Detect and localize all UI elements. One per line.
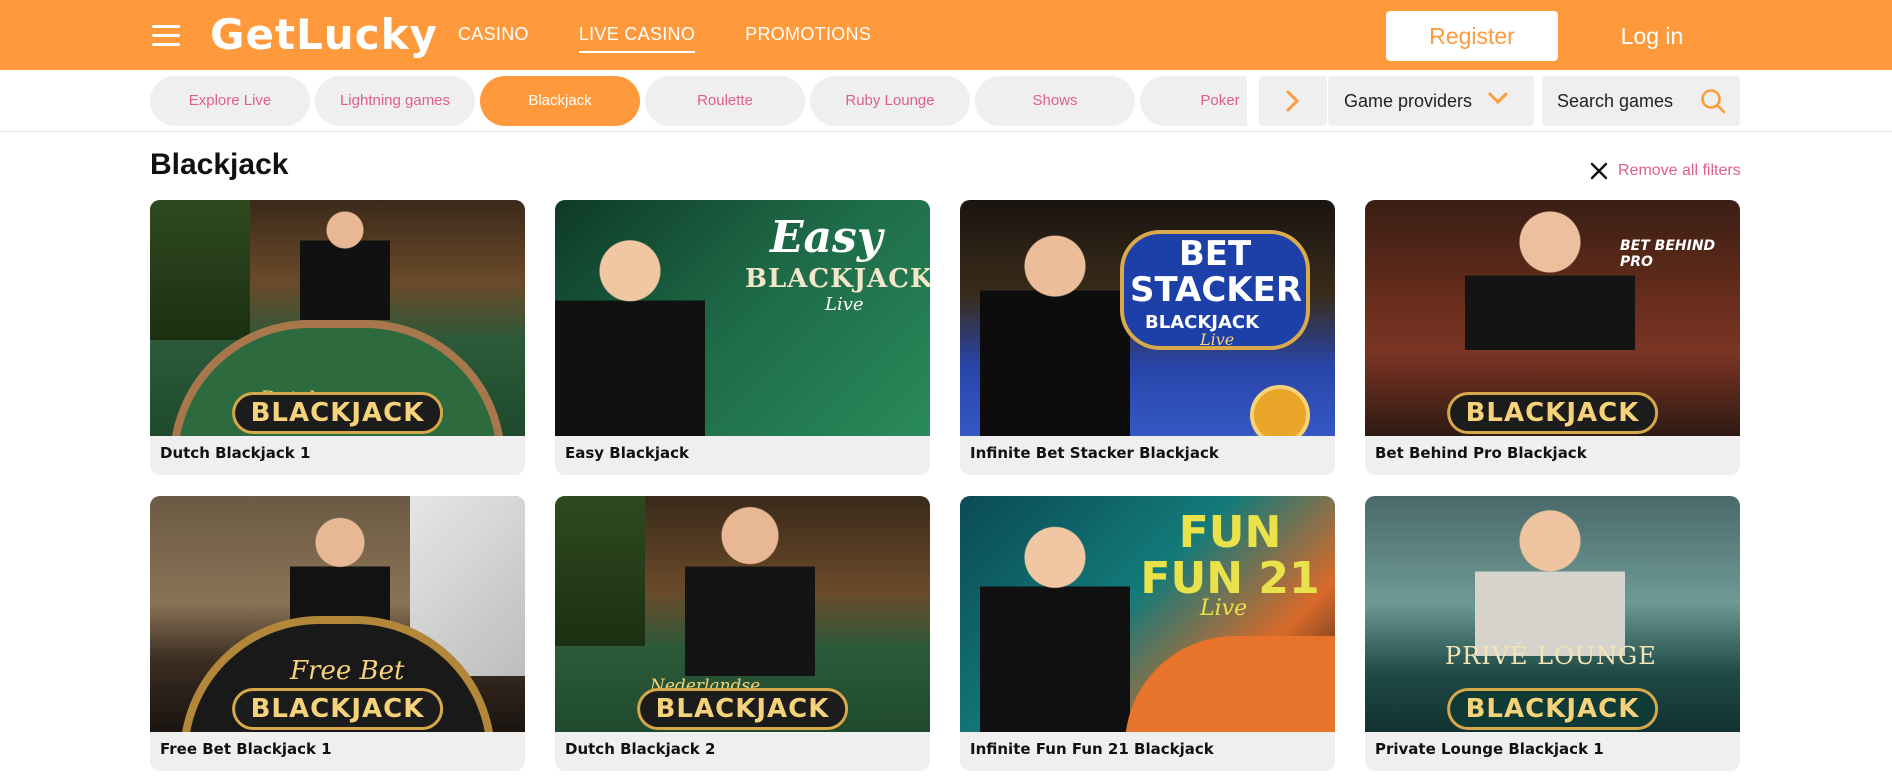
category-bar: Explore Live Lightning games Blackjack R…	[0, 70, 1892, 132]
game-card[interactable]: Dutch BLACKJACK Dutch Blackjack 1	[150, 200, 525, 475]
game-card[interactable]: FUN FUN 21 Live Infinite Fun Fun 21 Blac…	[960, 496, 1335, 771]
game-art-subtitle: Easy	[770, 212, 883, 263]
game-art-subtitle: BET BEHIND PRO	[1620, 238, 1716, 270]
site-logo[interactable]: GetLucky	[210, 10, 438, 59]
game-title: Dutch Blackjack 1	[160, 444, 311, 462]
main-nav: CASINO LIVE CASINO PROMOTIONS	[458, 24, 871, 53]
game-title: Infinite Fun Fun 21 Blackjack	[970, 740, 1214, 758]
login-button[interactable]: Log in	[1602, 11, 1702, 61]
game-title: Infinite Bet Stacker Blackjack	[970, 444, 1219, 462]
game-thumbnail: Free Bet BLACKJACK	[150, 496, 525, 732]
chevron-down-icon	[1488, 92, 1508, 105]
category-tabs: Explore Live Lightning games Blackjack R…	[150, 76, 1247, 126]
register-button[interactable]: Register	[1386, 11, 1558, 61]
game-card[interactable]: Nederlandse BLACKJACK Dutch Blackjack 2	[555, 496, 930, 771]
game-card[interactable]: PRIVÉ LOUNGE BLACKJACK Private Lounge Bl…	[1365, 496, 1740, 771]
game-title: Free Bet Blackjack 1	[160, 740, 332, 758]
game-title: Dutch Blackjack 2	[565, 740, 716, 758]
close-icon	[1590, 162, 1608, 180]
game-thumbnail: PRIVÉ LOUNGE BLACKJACK	[1365, 496, 1740, 732]
game-art-title: BLACKJACK	[231, 688, 444, 730]
tab-lightning-games[interactable]: Lightning games	[315, 76, 475, 126]
game-providers-dropdown[interactable]: Game providers	[1328, 76, 1534, 126]
game-card[interactable]: BET BEHIND PRO BLACKJACK Bet Behind Pro …	[1365, 200, 1740, 475]
game-art-tag: Live	[825, 294, 864, 315]
chevron-right-icon	[1286, 90, 1300, 112]
game-thumbnail: BET BEHIND PRO BLACKJACK	[1365, 200, 1740, 436]
tab-blackjack[interactable]: Blackjack	[480, 76, 640, 126]
game-art-tag: Live	[1200, 330, 1235, 349]
tab-roulette[interactable]: Roulette	[645, 76, 805, 126]
game-thumbnail: BET STACKER BLACKJACK Live	[960, 200, 1335, 436]
remove-all-filters-label: Remove all filters	[1618, 162, 1741, 179]
search-box	[1542, 76, 1740, 126]
tab-ruby-lounge[interactable]: Ruby Lounge	[810, 76, 970, 126]
game-art-subtitle: FUN FUN 21	[1140, 507, 1320, 604]
chip-icon	[1250, 385, 1310, 436]
nav-live-casino[interactable]: LIVE CASINO	[578, 24, 696, 53]
game-art-subtitle: Free Bet	[290, 656, 405, 686]
remove-all-filters-button[interactable]: Remove all filters	[1590, 162, 1741, 180]
game-title: Easy Blackjack	[565, 444, 689, 462]
search-icon[interactable]	[1700, 88, 1726, 114]
categories-next-button[interactable]	[1259, 76, 1327, 126]
game-art-title: BLACKJACK	[636, 688, 849, 730]
game-card[interactable]: Free Bet BLACKJACK Free Bet Blackjack 1	[150, 496, 525, 771]
game-art-title: BLACKJACK	[1446, 392, 1659, 434]
game-art-title: BLACKJACK	[745, 264, 930, 294]
game-thumbnail: Nederlandse BLACKJACK	[555, 496, 930, 732]
tab-shows[interactable]: Shows	[975, 76, 1135, 126]
nav-promotions[interactable]: PROMOTIONS	[745, 24, 871, 53]
nav-casino[interactable]: CASINO	[458, 24, 529, 53]
game-thumbnail: Dutch BLACKJACK	[150, 200, 525, 436]
page-title: Blackjack	[150, 148, 289, 181]
search-input[interactable]	[1557, 90, 1697, 112]
game-art-subtitle: PRIVÉ LOUNGE	[1445, 642, 1657, 670]
tab-explore-live[interactable]: Explore Live	[150, 76, 310, 126]
game-art-title: BLACKJACK	[231, 392, 444, 434]
top-header: GetLucky CASINO LIVE CASINO PROMOTIONS R…	[0, 0, 1892, 70]
game-thumbnail: FUN FUN 21 Live	[960, 496, 1335, 732]
game-art-tag: Live	[1200, 596, 1248, 621]
game-title: Bet Behind Pro Blackjack	[1375, 444, 1587, 462]
game-art-subtitle: BET STACKER	[1130, 234, 1303, 310]
game-card[interactable]: BET STACKER BLACKJACK Live Infinite Bet …	[960, 200, 1335, 475]
tab-poker[interactable]: Poker	[1140, 76, 1247, 126]
game-thumbnail: Easy BLACKJACK Live	[555, 200, 930, 436]
game-title: Private Lounge Blackjack 1	[1375, 740, 1604, 758]
menu-icon[interactable]	[152, 25, 180, 47]
game-providers-label: Game providers	[1344, 90, 1473, 111]
game-art-title: BLACKJACK	[1446, 688, 1659, 730]
game-card[interactable]: Easy BLACKJACK Live Easy Blackjack	[555, 200, 930, 475]
